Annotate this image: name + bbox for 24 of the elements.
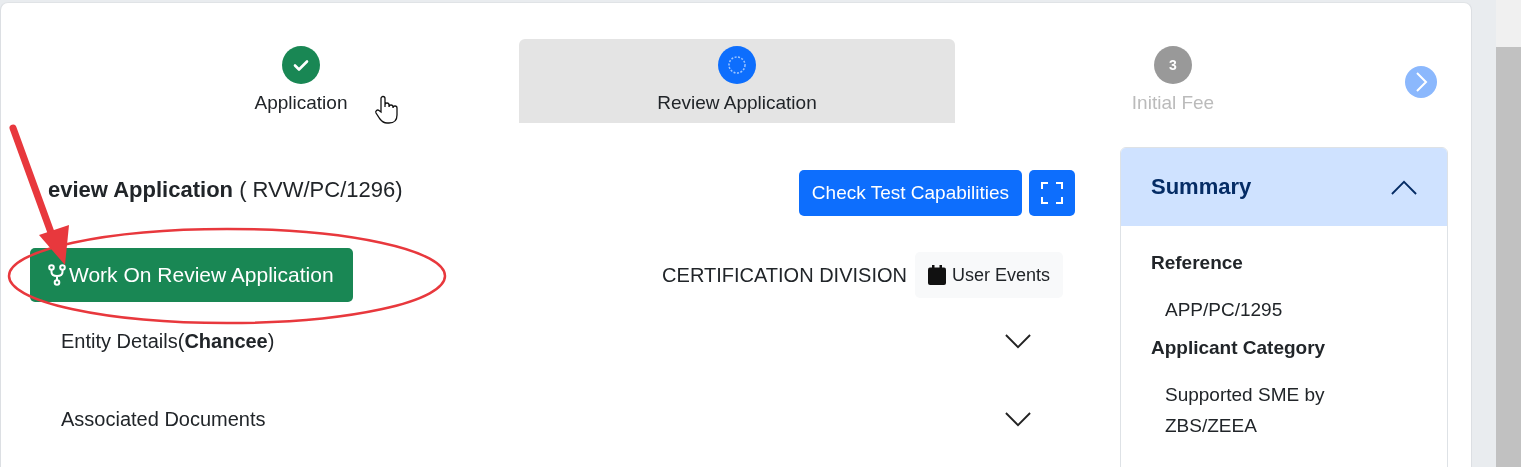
step-number: 3 [1154, 46, 1192, 84]
summary-title: Summary [1151, 174, 1252, 200]
step-tab[interactable]: Review Application [519, 39, 955, 123]
calendar-icon [927, 265, 946, 285]
chevron-down-icon[interactable] [1005, 333, 1031, 349]
fullscreen-icon [1041, 182, 1063, 204]
page-heading: eview Application ( RVW/PC/1296) [47, 177, 403, 203]
section-title[interactable]: Entity Details(Chancee) [61, 329, 275, 353]
branch-icon [48, 264, 66, 286]
field-value: APP/PC/1295 [1164, 298, 1284, 322]
division-label: CERTIFICATION DIVISION [662, 263, 907, 287]
fullscreen-button[interactable] [1029, 170, 1075, 216]
user-events-button[interactable]: User Events [914, 252, 1063, 298]
field-label: Applicant Category [1151, 337, 1327, 359]
chevron-down-icon[interactable] [1005, 411, 1031, 427]
field-label: Reference [1151, 252, 1244, 274]
check-capabilities-button[interactable]: Check Test Capabilities [798, 170, 1022, 216]
hand-cursor-icon [374, 95, 400, 125]
field-value: Supported SME by ZBS/ZEEA [1164, 383, 1326, 438]
section-title[interactable]: Associated Documents [61, 407, 266, 431]
summary-header[interactable]: Summary [1121, 148, 1447, 226]
step-tab[interactable]: Application [83, 39, 519, 123]
scrollbar-thumb[interactable] [1496, 47, 1521, 467]
work-on-review-button[interactable]: Work On Review Application [30, 248, 353, 302]
